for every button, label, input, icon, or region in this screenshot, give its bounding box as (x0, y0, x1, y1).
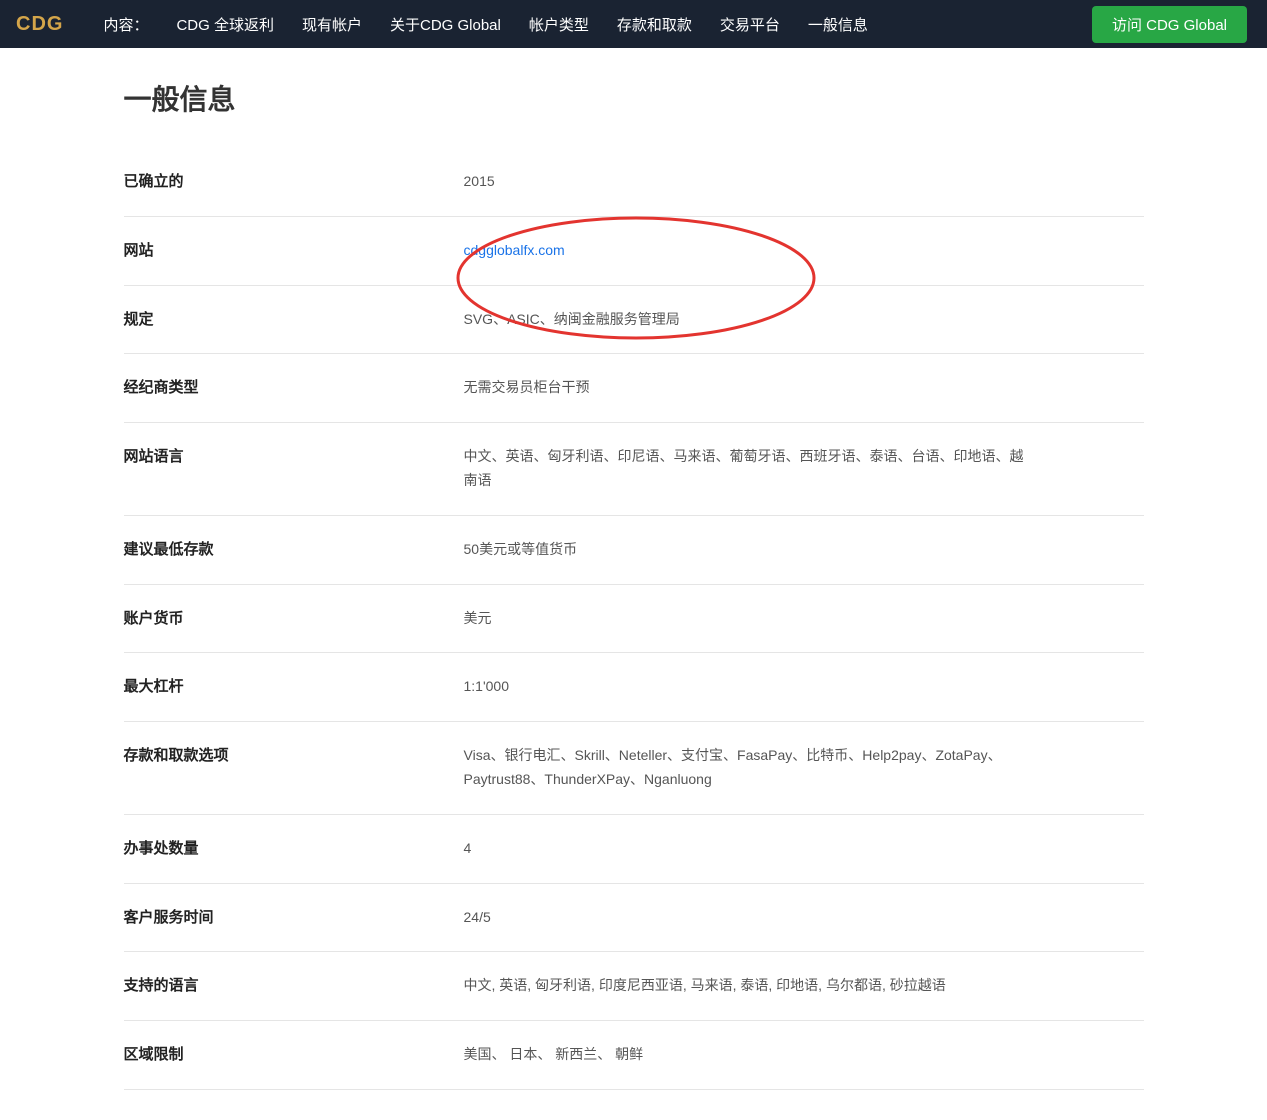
label-min-deposit: 建议最低存款 (124, 538, 464, 562)
nav-link-accounts[interactable]: 帐户类型 (529, 14, 589, 35)
main-content: 一般信息 已确立的 2015 网站 cdgglobalfx.com 规定 SVG… (84, 48, 1184, 1120)
label-restrictions: 区域限制 (124, 1043, 464, 1067)
value-established: 2015 (464, 170, 495, 194)
row-max-leverage: 最大杠杆 1:1'000 (124, 653, 1144, 722)
logo-text: CDG (16, 13, 63, 35)
label-deposit-options: 存款和取款选项 (124, 744, 464, 792)
nav-items: 内容： CDG 全球返利 现有帐户 关于CDG Global 帐户类型 存款和取… (103, 14, 867, 35)
label-website: 网站 (124, 239, 464, 263)
nav-contents-label: 内容： (103, 14, 148, 35)
row-support-hours: 客户服务时间 24/5 (124, 884, 1144, 953)
label-account-currency: 账户货币 (124, 607, 464, 631)
label-supported-languages: 支持的语言 (124, 974, 464, 998)
nav-link-general[interactable]: 一般信息 (808, 14, 868, 35)
row-supported-languages: 支持的语言 中文, 英语, 匈牙利语, 印度尼西亚语, 马来语, 泰语, 印地语… (124, 952, 1144, 1021)
link-website[interactable]: cdgglobalfx.com (464, 242, 565, 258)
value-restrictions: 美国、 日本、 新西兰、 朝鲜 (464, 1043, 644, 1067)
value-supported-languages: 中文, 英语, 匈牙利语, 印度尼西亚语, 马来语, 泰语, 印地语, 乌尔都语… (464, 974, 946, 998)
row-site-languages: 网站语言 中文、英语、匈牙利语、印尼语、马来语、葡萄牙语、西班牙语、泰语、台语、… (124, 423, 1144, 516)
row-account-currency: 账户货币 美元 (124, 585, 1144, 654)
row-established: 已确立的 2015 (124, 148, 1144, 217)
nav-link-deposits[interactable]: 存款和取款 (617, 14, 692, 35)
value-deposit-options: Visa、银行电汇、Skrill、Neteller、支付宝、FasaPay、比特… (464, 744, 1024, 792)
value-support-hours: 24/5 (464, 906, 491, 930)
row-deposit-options: 存款和取款选项 Visa、银行电汇、Skrill、Neteller、支付宝、Fa… (124, 722, 1144, 815)
nav-link-about[interactable]: 关于CDG Global (390, 14, 501, 35)
nav-link-rebate[interactable]: CDG 全球返利 (176, 14, 274, 35)
label-established: 已确立的 (124, 170, 464, 194)
row-office-count: 办事处数量 4 (124, 815, 1144, 884)
value-broker-type: 无需交易员柜台干预 (464, 376, 590, 400)
label-site-languages: 网站语言 (124, 445, 464, 493)
label-broker-type: 经纪商类型 (124, 376, 464, 400)
row-restrictions: 区域限制 美国、 日本、 新西兰、 朝鲜 (124, 1021, 1144, 1090)
label-regulation: 规定 (124, 308, 464, 332)
visit-button[interactable]: 访问 CDG Global (1092, 6, 1247, 43)
value-office-count: 4 (464, 837, 472, 861)
row-broker-type: 经纪商类型 无需交易员柜台干预 (124, 354, 1144, 423)
top-navbar: CDG 内容： CDG 全球返利 现有帐户 关于CDG Global 帐户类型 … (0, 0, 1267, 48)
value-max-leverage: 1:1'000 (464, 675, 510, 699)
row-website: 网站 cdgglobalfx.com (124, 217, 1144, 286)
row-regulation: 规定 SVG、ASIC、纳闽金融服务管理局 (124, 286, 1144, 355)
value-site-languages: 中文、英语、匈牙利语、印尼语、马来语、葡萄牙语、西班牙语、泰语、台语、印地语、越… (464, 445, 1024, 493)
value-regulation: SVG、ASIC、纳闽金融服务管理局 (464, 308, 680, 332)
label-office-count: 办事处数量 (124, 837, 464, 861)
label-support-hours: 客户服务时间 (124, 906, 464, 930)
value-account-currency: 美元 (464, 607, 492, 631)
page-title: 一般信息 (124, 78, 1144, 118)
nav-link-platform[interactable]: 交易平台 (720, 14, 780, 35)
row-min-deposit: 建议最低存款 50美元或等值货币 (124, 516, 1144, 585)
brand-logo[interactable]: CDG (16, 13, 103, 36)
value-min-deposit: 50美元或等值货币 (464, 538, 578, 562)
nav-link-existing[interactable]: 现有帐户 (302, 14, 362, 35)
label-max-leverage: 最大杠杆 (124, 675, 464, 699)
